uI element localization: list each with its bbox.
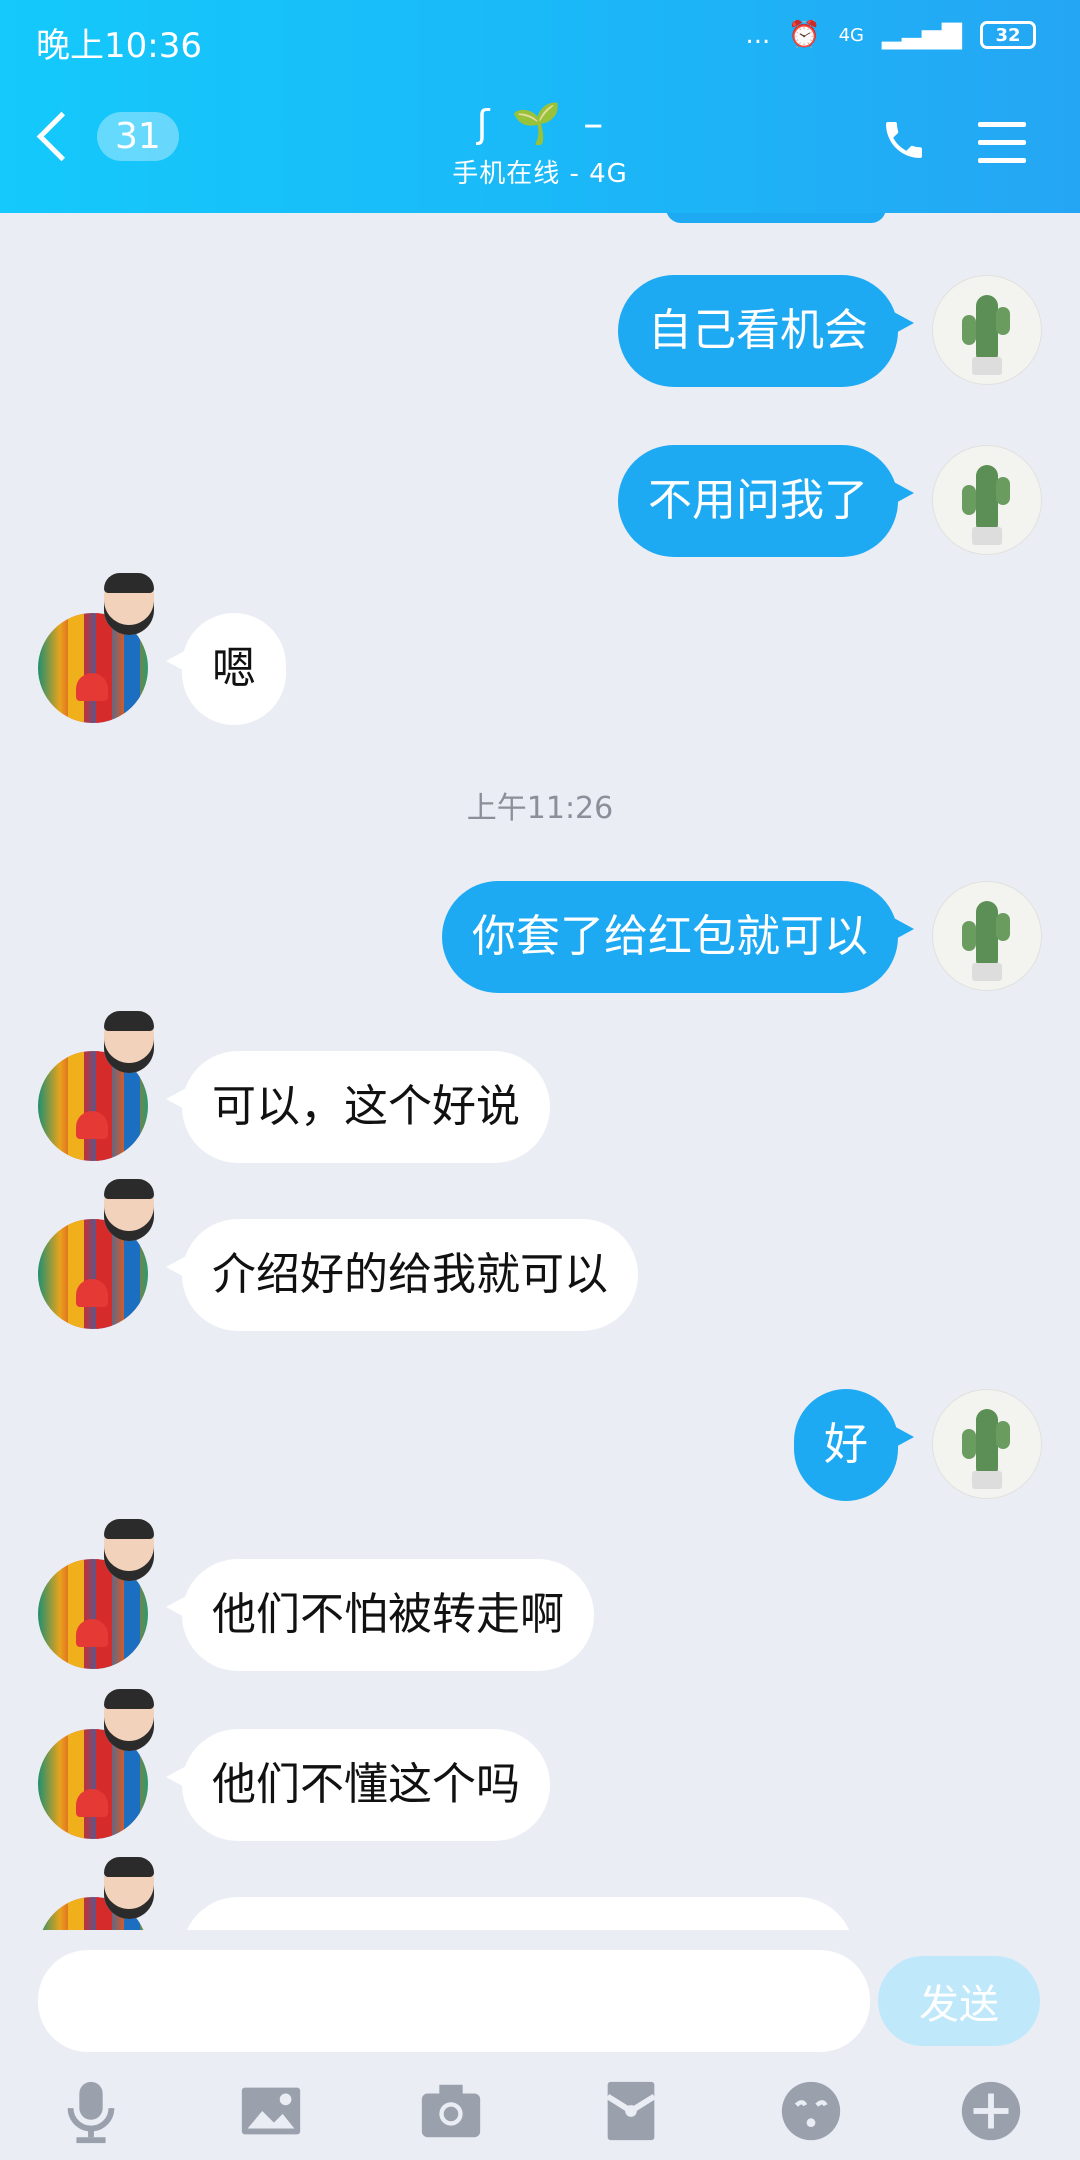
voice-button[interactable]: [56, 2076, 126, 2146]
battery-icon: 32: [980, 21, 1036, 49]
my-avatar[interactable]: [932, 881, 1042, 991]
signal-icon: ▂▃▅▇: [882, 20, 962, 50]
send-button[interactable]: 发送: [878, 1956, 1040, 2046]
ear-icon: ʃ: [476, 101, 490, 146]
message-row: 嗯: [166, 613, 286, 725]
message-bubble[interactable]: 可以，这个好说: [166, 1051, 550, 1163]
message-bubble[interactable]: 嗯: [166, 613, 286, 725]
message-timestamp: 上午11:26: [466, 791, 614, 826]
message-row: 好: [794, 1389, 914, 1501]
message-row: 你套了给红包就可以: [442, 881, 914, 993]
message-bubble[interactable]: 自己看机会: [618, 275, 914, 387]
message-bubble[interactable]: 他们不懂这个吗: [166, 1729, 550, 1841]
image-icon: [241, 2087, 301, 2135]
contact-avatar[interactable]: [38, 1689, 188, 1839]
message-bubble[interactable]: 好: [794, 1389, 914, 1501]
image-button[interactable]: [236, 2076, 306, 2146]
message-bubble[interactable]: 不用问我了: [618, 445, 914, 557]
network-label: 4G: [838, 24, 865, 46]
status-icons: ... ⏰ 4G ▂▃▅▇ 32: [745, 20, 1036, 50]
plus-icon: [961, 2081, 1021, 2141]
message-input[interactable]: [38, 1950, 870, 2052]
camera-button[interactable]: [416, 2076, 486, 2146]
phone-call-button[interactable]: [880, 116, 928, 168]
message-row: 自己看机会: [618, 275, 914, 387]
contact-avatar[interactable]: [38, 1011, 188, 1161]
message-bubble[interactable]: 你套了给红包就可以: [442, 881, 914, 993]
status-time: 晚上10:36: [36, 26, 202, 66]
my-avatar[interactable]: [932, 445, 1042, 555]
partial-message-bubble: [666, 213, 886, 223]
contact-avatar[interactable]: [38, 1857, 188, 1930]
more-button[interactable]: [956, 2076, 1026, 2146]
emoji-icon: [781, 2081, 841, 2141]
message-row: 不用问我了: [618, 445, 914, 557]
contact-avatar[interactable]: [38, 1519, 188, 1669]
alarm-icon: ⏰: [788, 20, 821, 50]
message-bubble[interactable]: 他们不怕被转走啊: [166, 1559, 594, 1671]
battery-level: 32: [995, 24, 1021, 46]
mic-icon: [67, 2081, 115, 2144]
phone-icon: [886, 122, 922, 158]
contact-avatar[interactable]: [38, 573, 188, 723]
emoji-button[interactable]: [776, 2076, 846, 2146]
header-bar: 晚上10:36 ... ⏰ 4G ▂▃▅▇ 32 31 ʃ 🌱 – 手机在线 -…: [0, 0, 1080, 213]
contact-name: –: [583, 100, 604, 147]
message-row: 介绍好的给我就可以: [166, 1219, 638, 1331]
camera-icon: [421, 2084, 481, 2138]
red-packet-button[interactable]: [596, 2076, 666, 2146]
partial-message-bubble: [182, 1897, 854, 1930]
input-bar: 发送: [0, 1930, 1080, 2160]
message-row: 可以，这个好说: [166, 1051, 550, 1163]
menu-button[interactable]: [978, 122, 1026, 176]
red-packet-icon: [606, 2081, 656, 2141]
chat-area[interactable]: 自己看机会 不用问我了 嗯 上午11:26 你套了给红包就可以 可以，这个好说 …: [0, 213, 1080, 1930]
more-dots-icon: ...: [745, 20, 771, 50]
sprout-icon: 🌱: [511, 101, 562, 147]
contact-avatar[interactable]: [38, 1179, 188, 1329]
message-row: 他们不懂这个吗: [166, 1729, 550, 1841]
my-avatar[interactable]: [932, 1389, 1042, 1499]
message-bubble[interactable]: 介绍好的给我就可以: [166, 1219, 638, 1331]
message-row: 他们不怕被转走啊: [166, 1559, 594, 1671]
my-avatar[interactable]: [932, 275, 1042, 385]
